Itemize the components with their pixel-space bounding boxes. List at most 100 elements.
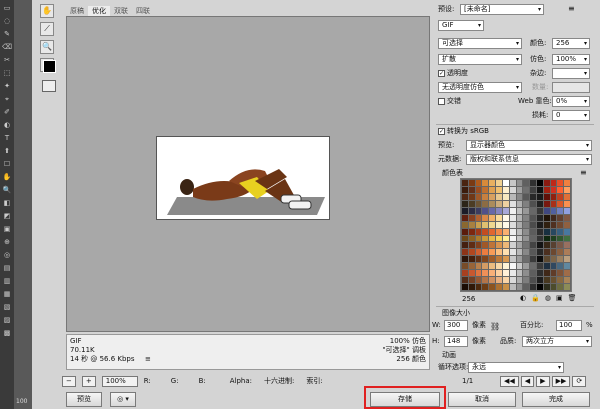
color-swatch[interactable] bbox=[468, 249, 475, 256]
color-swatch[interactable] bbox=[502, 242, 509, 249]
ps-tool-icon[interactable]: ✎ bbox=[2, 29, 12, 39]
color-swatch[interactable] bbox=[543, 270, 550, 277]
color-swatch[interactable] bbox=[523, 242, 530, 249]
cancel-button[interactable]: 取消 bbox=[448, 392, 516, 407]
eyedropper-color-swatch[interactable] bbox=[43, 60, 56, 73]
color-swatch[interactable] bbox=[516, 270, 523, 277]
color-swatch[interactable] bbox=[550, 186, 557, 193]
color-swatch[interactable] bbox=[516, 235, 523, 242]
color-swatch[interactable] bbox=[550, 200, 557, 207]
color-swatch[interactable] bbox=[523, 207, 530, 214]
zoom-out-button[interactable]: − bbox=[62, 375, 76, 387]
metadata-select[interactable]: 版权和联系信息 bbox=[466, 154, 592, 165]
color-swatch[interactable] bbox=[509, 242, 516, 249]
ps-tool-icon[interactable]: ✦ bbox=[2, 81, 12, 91]
color-swatch[interactable] bbox=[536, 214, 543, 221]
color-swatch[interactable] bbox=[462, 256, 468, 263]
ps-tool-icon[interactable]: ⊕ bbox=[2, 237, 12, 247]
color-swatch[interactable] bbox=[557, 249, 564, 256]
color-swatch[interactable] bbox=[489, 193, 496, 200]
color-swatch[interactable] bbox=[502, 180, 509, 186]
color-swatch[interactable] bbox=[530, 214, 536, 221]
color-swatch[interactable] bbox=[550, 193, 557, 200]
lock-color-icon[interactable]: 🔒 bbox=[531, 294, 540, 302]
ps-tool-icon[interactable]: ◧ bbox=[2, 198, 12, 208]
color-swatch[interactable] bbox=[462, 263, 468, 270]
color-swatch[interactable] bbox=[509, 235, 516, 242]
color-swatch[interactable] bbox=[543, 221, 550, 228]
color-swatch[interactable] bbox=[489, 249, 496, 256]
color-swatch[interactable] bbox=[536, 284, 543, 290]
color-swatch[interactable] bbox=[564, 263, 570, 270]
color-swatch[interactable] bbox=[564, 242, 570, 249]
color-swatch[interactable] bbox=[557, 221, 564, 228]
color-swatch[interactable] bbox=[468, 256, 475, 263]
color-swatch[interactable] bbox=[475, 256, 482, 263]
color-swatch[interactable] bbox=[543, 263, 550, 270]
color-swatch[interactable] bbox=[550, 180, 557, 186]
color-swatch[interactable] bbox=[509, 221, 516, 228]
color-swatch[interactable] bbox=[482, 180, 489, 186]
next-frame-button[interactable]: ▶▶ bbox=[551, 376, 571, 387]
color-swatch[interactable] bbox=[482, 284, 489, 290]
color-swatch[interactable] bbox=[536, 256, 543, 263]
ps-tool-icon[interactable]: ▣ bbox=[2, 224, 12, 234]
color-swatch[interactable] bbox=[462, 249, 468, 256]
color-swatch[interactable] bbox=[564, 180, 570, 186]
color-swatch[interactable] bbox=[468, 180, 475, 186]
color-swatch[interactable] bbox=[462, 221, 468, 228]
color-swatch[interactable] bbox=[564, 256, 570, 263]
color-swatch[interactable] bbox=[468, 193, 475, 200]
color-swatch[interactable] bbox=[502, 193, 509, 200]
ps-tool-icon[interactable]: T bbox=[2, 133, 12, 143]
color-swatch[interactable] bbox=[496, 221, 502, 228]
color-swatch[interactable] bbox=[543, 256, 550, 263]
color-swatch[interactable] bbox=[564, 270, 570, 277]
color-swatch[interactable] bbox=[543, 193, 550, 200]
color-swatch[interactable] bbox=[502, 214, 509, 221]
color-swatch[interactable] bbox=[502, 221, 509, 228]
color-swatch[interactable] bbox=[564, 200, 570, 207]
color-swatch[interactable] bbox=[557, 263, 564, 270]
color-swatch[interactable] bbox=[475, 200, 482, 207]
color-swatch[interactable] bbox=[523, 277, 530, 284]
color-swatch[interactable] bbox=[475, 193, 482, 200]
color-swatch[interactable] bbox=[502, 235, 509, 242]
color-swatch[interactable] bbox=[482, 235, 489, 242]
color-swatch[interactable] bbox=[509, 270, 516, 277]
color-swatch[interactable] bbox=[543, 186, 550, 193]
color-swatch[interactable] bbox=[516, 256, 523, 263]
color-swatch[interactable] bbox=[530, 284, 536, 290]
color-swatch[interactable] bbox=[462, 235, 468, 242]
dither-algorithm-select[interactable]: 扩散 bbox=[438, 54, 522, 65]
color-swatch[interactable] bbox=[550, 235, 557, 242]
color-swatch[interactable] bbox=[564, 214, 570, 221]
color-swatch[interactable] bbox=[482, 277, 489, 284]
ps-tool-icon[interactable]: ⬚ bbox=[2, 68, 12, 78]
ps-tool-icon[interactable]: ▧ bbox=[2, 302, 12, 312]
ps-tool-icon[interactable]: ✐ bbox=[2, 107, 12, 117]
color-swatch[interactable] bbox=[564, 186, 570, 193]
ps-tool-icon[interactable]: ⬆ bbox=[2, 146, 12, 156]
color-swatch[interactable] bbox=[523, 249, 530, 256]
preview-button[interactable]: 预览 bbox=[66, 392, 102, 407]
color-swatch[interactable] bbox=[489, 221, 496, 228]
color-swatch[interactable] bbox=[564, 284, 570, 290]
hand-tool-icon[interactable]: ✋ bbox=[40, 4, 54, 18]
transparency-checkbox[interactable]: ✓ 透明度 bbox=[438, 68, 468, 79]
color-swatch[interactable] bbox=[468, 207, 475, 214]
color-swatch[interactable] bbox=[502, 207, 509, 214]
delete-color-icon[interactable]: 🗑 bbox=[568, 294, 577, 302]
color-swatch[interactable] bbox=[543, 235, 550, 242]
ps-tool-icon[interactable]: ▩ bbox=[2, 328, 12, 338]
color-swatch[interactable] bbox=[482, 270, 489, 277]
color-swatch[interactable] bbox=[550, 221, 557, 228]
color-swatch[interactable] bbox=[482, 249, 489, 256]
color-swatch[interactable] bbox=[468, 270, 475, 277]
color-swatch[interactable] bbox=[530, 193, 536, 200]
color-swatch[interactable] bbox=[564, 193, 570, 200]
color-swatch[interactable] bbox=[509, 228, 516, 235]
tab-original[interactable]: 原稿 bbox=[66, 6, 88, 16]
color-swatch[interactable] bbox=[502, 249, 509, 256]
color-swatch[interactable] bbox=[468, 235, 475, 242]
